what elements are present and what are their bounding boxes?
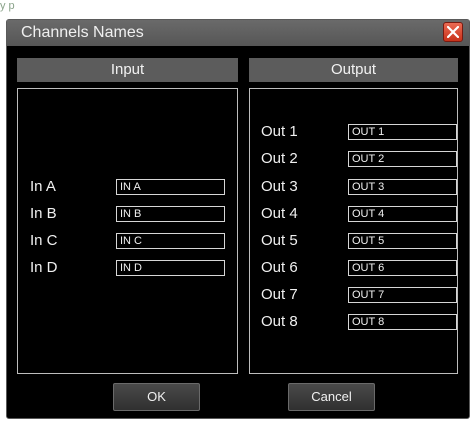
input-label: In A	[30, 178, 56, 195]
output-row-4: Out 4 OUT 4	[261, 204, 457, 224]
output-row-6: Out 6 OUT 6	[261, 258, 457, 278]
input-name-field[interactable]: IN C	[116, 233, 225, 249]
input-header: Input	[17, 58, 238, 82]
input-name-field[interactable]: IN D	[116, 260, 225, 276]
output-row-3: Out 3 OUT 3	[261, 177, 457, 197]
output-name-field[interactable]: OUT 6	[348, 260, 457, 276]
input-name-field[interactable]: IN B	[116, 206, 225, 222]
output-name-field[interactable]: OUT 8	[348, 314, 457, 330]
output-name-field[interactable]: OUT 1	[348, 124, 457, 140]
output-label: Out 2	[261, 150, 298, 167]
output-panel: Out 1 OUT 1 Out 2 OUT 2 Out 3 OUT 3 Out …	[249, 88, 458, 374]
background-text: y p	[0, 0, 15, 12]
output-label: Out 8	[261, 313, 298, 330]
dialog-title: Channels Names	[21, 24, 144, 41]
input-label: In D	[30, 259, 58, 276]
dialog-titlebar[interactable]: Channels Names	[7, 20, 469, 46]
output-name-field[interactable]: OUT 2	[348, 151, 457, 167]
output-name-field[interactable]: OUT 3	[348, 179, 457, 195]
output-label: Out 7	[261, 286, 298, 303]
channels-names-dialog: Channels Names Input In A IN A In B IN B…	[6, 19, 470, 419]
output-label: Out 4	[261, 205, 298, 222]
output-label: Out 6	[261, 259, 298, 276]
close-x-icon	[447, 26, 459, 38]
input-row-d: In D IN D	[30, 258, 230, 278]
output-label: Out 5	[261, 232, 298, 249]
output-name-field[interactable]: OUT 7	[348, 287, 457, 303]
output-row-2: Out 2 OUT 2	[261, 149, 457, 169]
input-label: In C	[30, 232, 58, 249]
output-label: Out 3	[261, 178, 298, 195]
input-panel: In A IN A In B IN B In C IN C In D IN D	[17, 88, 238, 374]
output-name-field[interactable]: OUT 4	[348, 206, 457, 222]
input-name-field[interactable]: IN A	[116, 179, 225, 195]
close-button[interactable]	[443, 22, 463, 42]
input-row-c: In C IN C	[30, 231, 230, 251]
output-name-field[interactable]: OUT 5	[348, 233, 457, 249]
input-row-b: In B IN B	[30, 204, 230, 224]
output-header: Output	[249, 58, 458, 82]
ok-button[interactable]: OK	[113, 383, 200, 411]
output-row-8: Out 8 OUT 8	[261, 312, 457, 332]
cancel-button[interactable]: Cancel	[288, 383, 375, 411]
output-label: Out 1	[261, 123, 298, 140]
output-row-7: Out 7 OUT 7	[261, 285, 457, 305]
output-row-1: Out 1 OUT 1	[261, 122, 457, 142]
background-window-strip: y p	[0, 0, 476, 16]
input-row-a: In A IN A	[30, 177, 230, 197]
output-row-5: Out 5 OUT 5	[261, 231, 457, 251]
input-label: In B	[30, 205, 57, 222]
